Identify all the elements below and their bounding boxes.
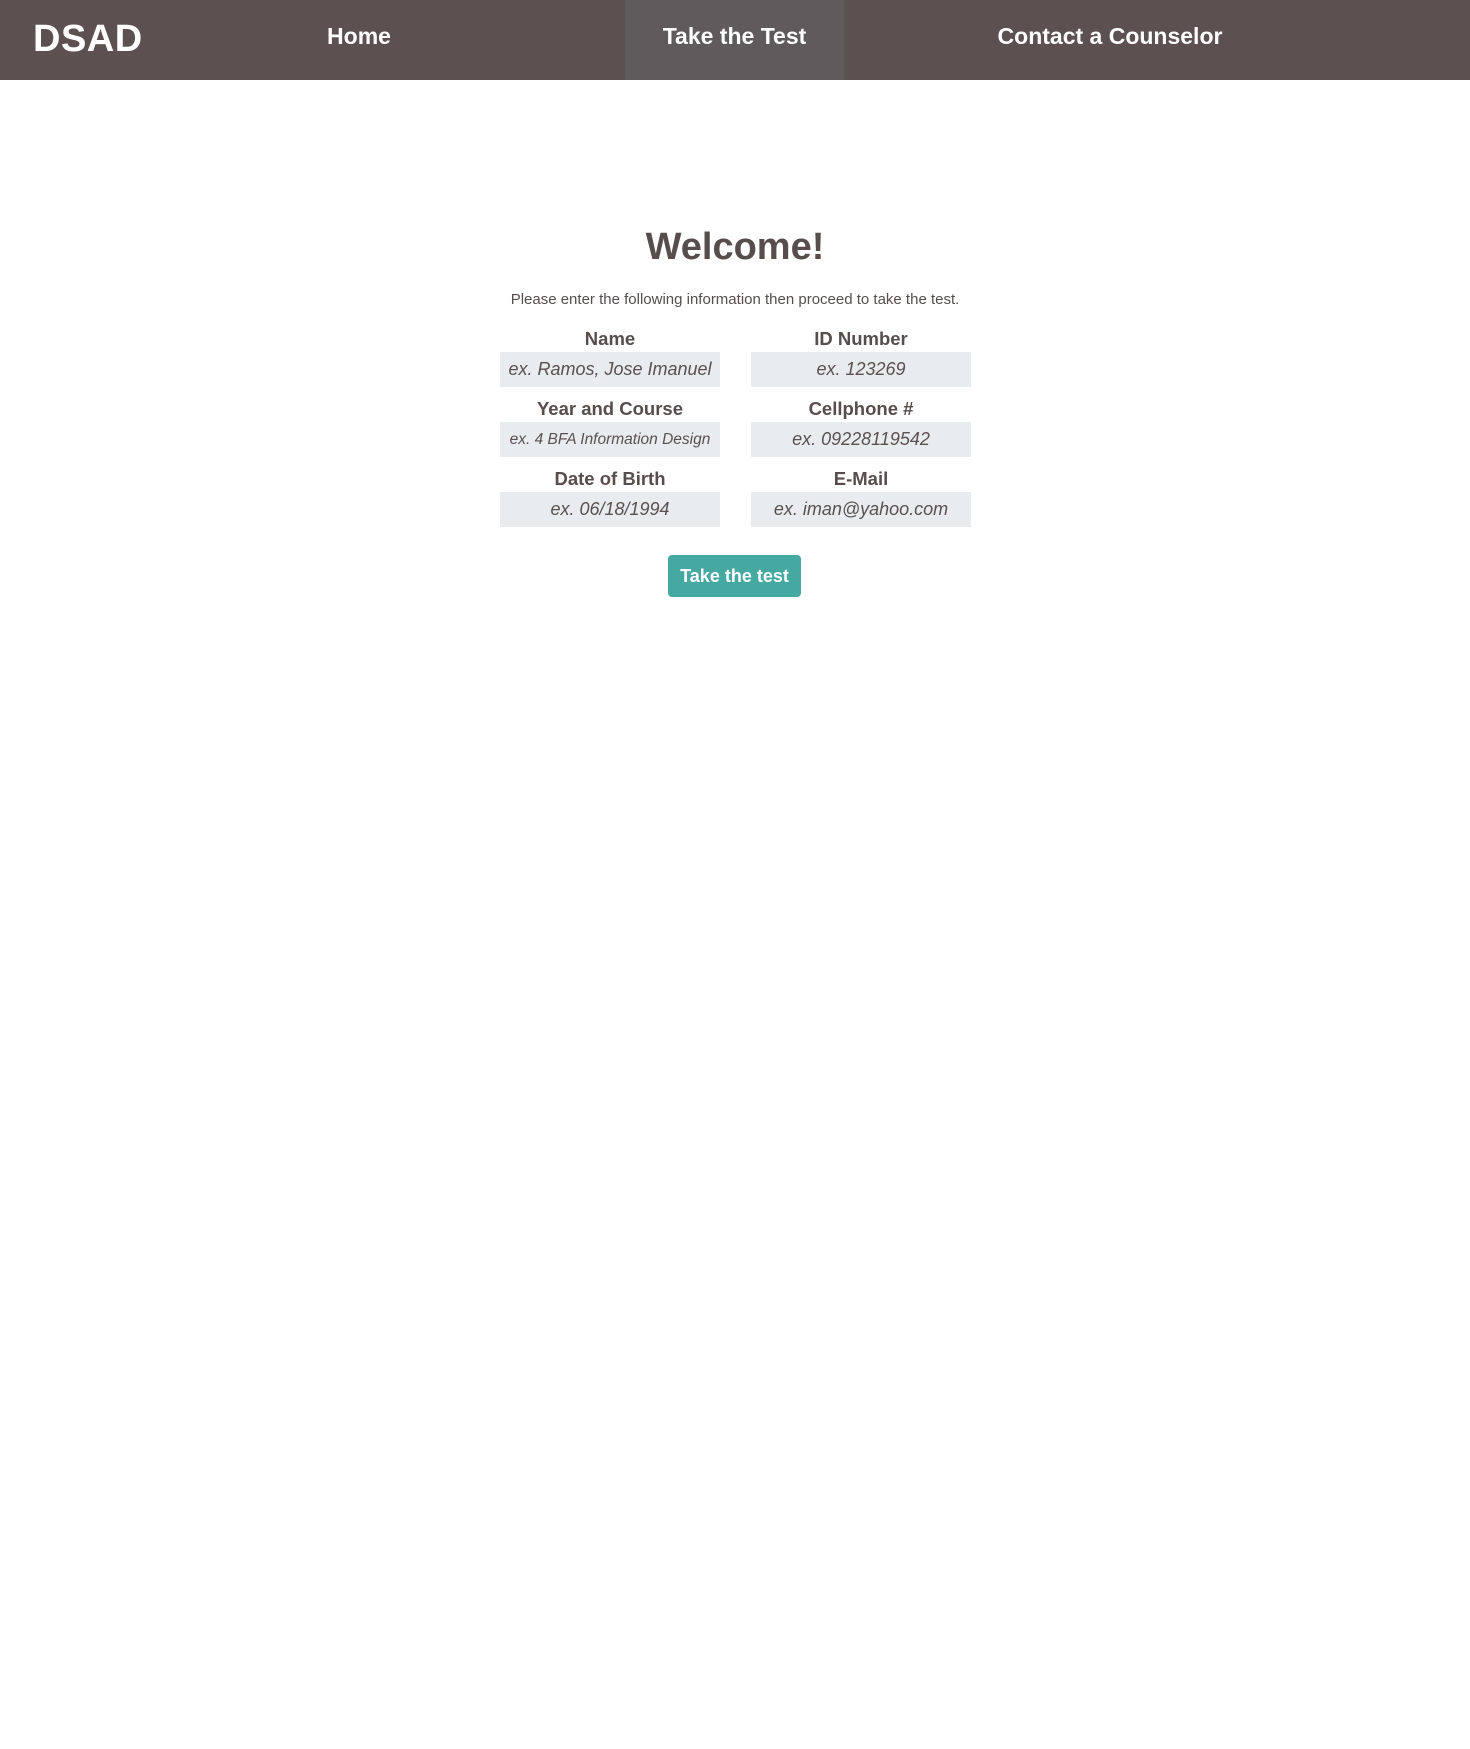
cellphone-field: Cellphone # bbox=[751, 397, 971, 457]
cellphone-label: Cellphone # bbox=[808, 398, 914, 419]
year-course-field: Year and Course bbox=[500, 397, 720, 457]
cellphone-input[interactable] bbox=[751, 422, 971, 457]
top-navbar: DSAD Home Take the Test Contact a Counse… bbox=[0, 0, 1470, 80]
intro-text: Please enter the following information t… bbox=[510, 291, 960, 308]
year-course-input[interactable] bbox=[500, 422, 720, 457]
name-label: Name bbox=[584, 328, 636, 349]
date-of-birth-input[interactable] bbox=[500, 492, 720, 527]
date-of-birth-field: Date of Birth bbox=[500, 467, 720, 527]
id-number-label: ID Number bbox=[814, 328, 908, 349]
nav-item-take-the-test[interactable]: Take the Test bbox=[625, 0, 844, 80]
nav-item-home[interactable]: Home bbox=[278, 0, 440, 80]
brand-logo[interactable]: DSAD bbox=[33, 0, 143, 80]
email-input[interactable] bbox=[751, 492, 971, 527]
page-title: Welcome! bbox=[645, 226, 825, 268]
id-number-input[interactable] bbox=[751, 352, 971, 387]
email-label: E-Mail bbox=[833, 468, 889, 489]
email-field: E-Mail bbox=[751, 467, 971, 527]
name-input[interactable] bbox=[500, 352, 720, 387]
year-course-label: Year and Course bbox=[536, 398, 683, 419]
nav-item-contact-counselor[interactable]: Contact a Counselor bbox=[970, 0, 1250, 80]
name-field: Name bbox=[500, 327, 720, 387]
take-the-test-button[interactable]: Take the test bbox=[668, 555, 801, 597]
date-of-birth-label: Date of Birth bbox=[554, 468, 666, 489]
id-number-field: ID Number bbox=[751, 327, 971, 387]
